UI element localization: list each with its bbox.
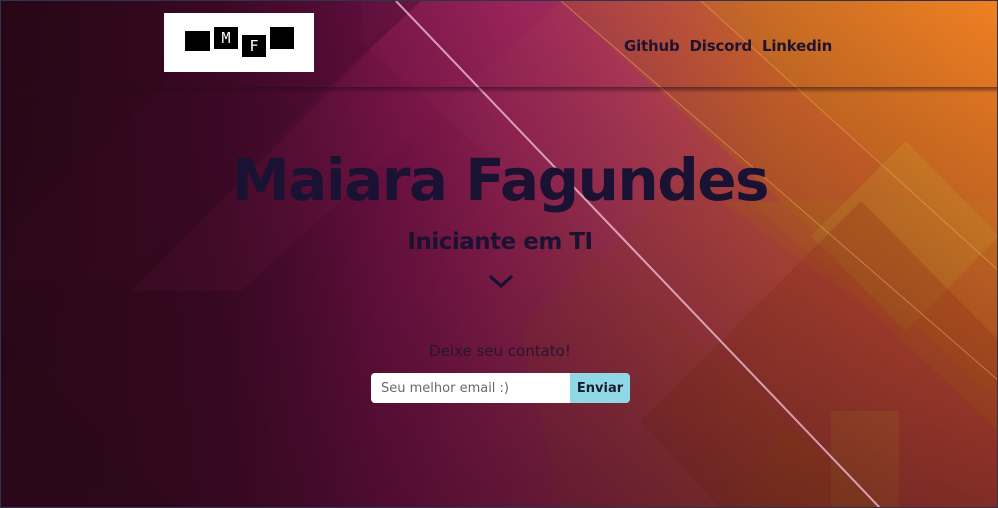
site-header: M F Github Discord Linkedin: [1, 1, 997, 89]
chevron-down-icon[interactable]: [488, 273, 514, 291]
hero-subtitle: Iniciante em TI: [407, 229, 593, 255]
logo-block: [270, 27, 294, 49]
header-divider: [1, 87, 997, 93]
page: M F Github Discord Linkedin Maiara Fagun…: [0, 0, 998, 508]
send-button[interactable]: Enviar: [570, 373, 630, 403]
contact-form: Enviar: [371, 373, 630, 403]
logo-letter-m: M: [214, 27, 238, 49]
logo-block: [185, 31, 210, 51]
nav-link-discord[interactable]: Discord: [690, 37, 753, 57]
nav-link-linkedin[interactable]: Linkedin: [762, 37, 832, 57]
logo[interactable]: M F: [164, 13, 314, 72]
contact-label: Deixe seu contato!: [429, 342, 571, 360]
email-input[interactable]: [371, 373, 570, 403]
hero-title: Maiara Fagundes: [231, 146, 770, 214]
nav-link-github[interactable]: Github: [624, 37, 680, 57]
logo-letter-f: F: [242, 35, 266, 57]
main-nav: Github Discord Linkedin: [624, 37, 832, 57]
